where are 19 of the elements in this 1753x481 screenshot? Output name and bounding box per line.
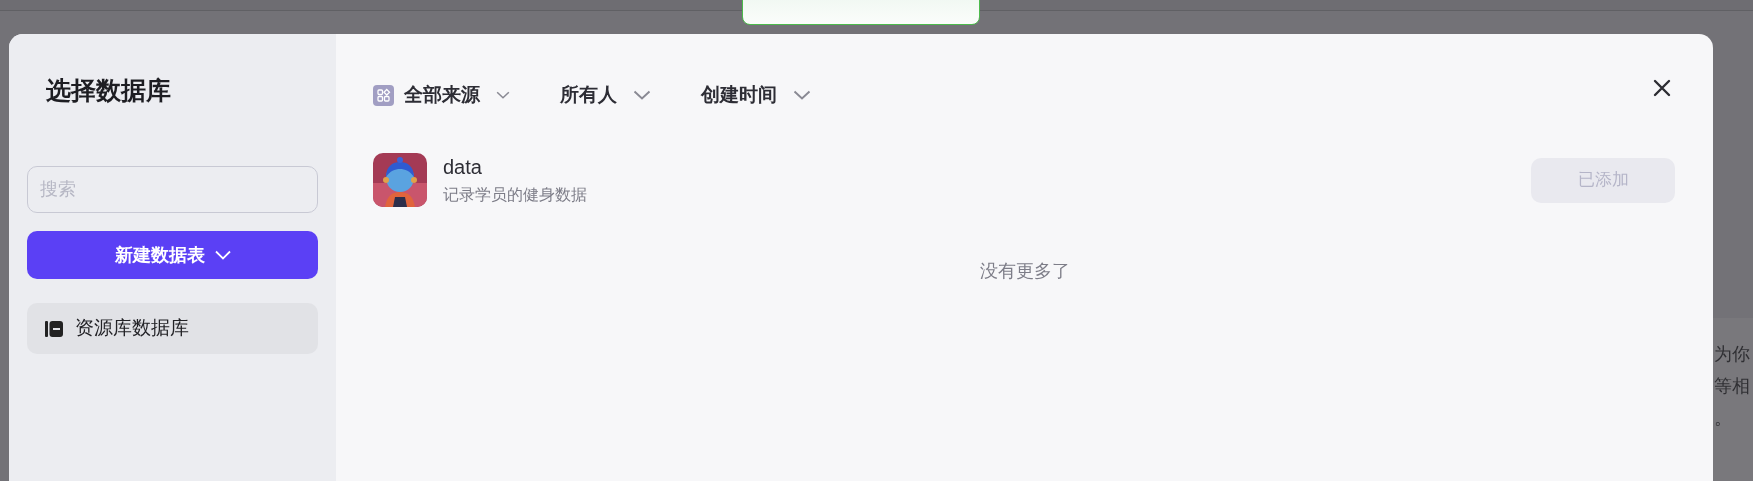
close-icon[interactable] — [1653, 79, 1671, 97]
chevron-down-icon — [793, 90, 811, 100]
new-table-button[interactable]: 新建数据表 — [27, 231, 318, 279]
database-name: data — [443, 155, 483, 180]
database-item[interactable]: 资源库数据库 — [27, 303, 318, 354]
chevron-down-icon — [214, 250, 231, 260]
chevron-down-icon — [496, 90, 510, 100]
filter-dropdown[interactable]: 所有人 — [560, 80, 651, 110]
grid-icon — [373, 84, 394, 106]
filter-dropdown[interactable]: 创建时间 — [701, 80, 811, 110]
filter-dropdown[interactable]: 全部来源 — [373, 80, 510, 110]
database-description: 记录学员的健身数据 — [443, 185, 588, 205]
no-more-text: 没有更多了 — [979, 260, 1070, 283]
background-text: 等相 — [1714, 375, 1750, 398]
background-text: 为你 — [1714, 343, 1750, 366]
chevron-down-icon — [633, 90, 651, 100]
background-text: 。 — [1714, 407, 1733, 430]
book-icon — [45, 319, 63, 338]
dialog-title: 选择数据库 — [46, 75, 172, 106]
